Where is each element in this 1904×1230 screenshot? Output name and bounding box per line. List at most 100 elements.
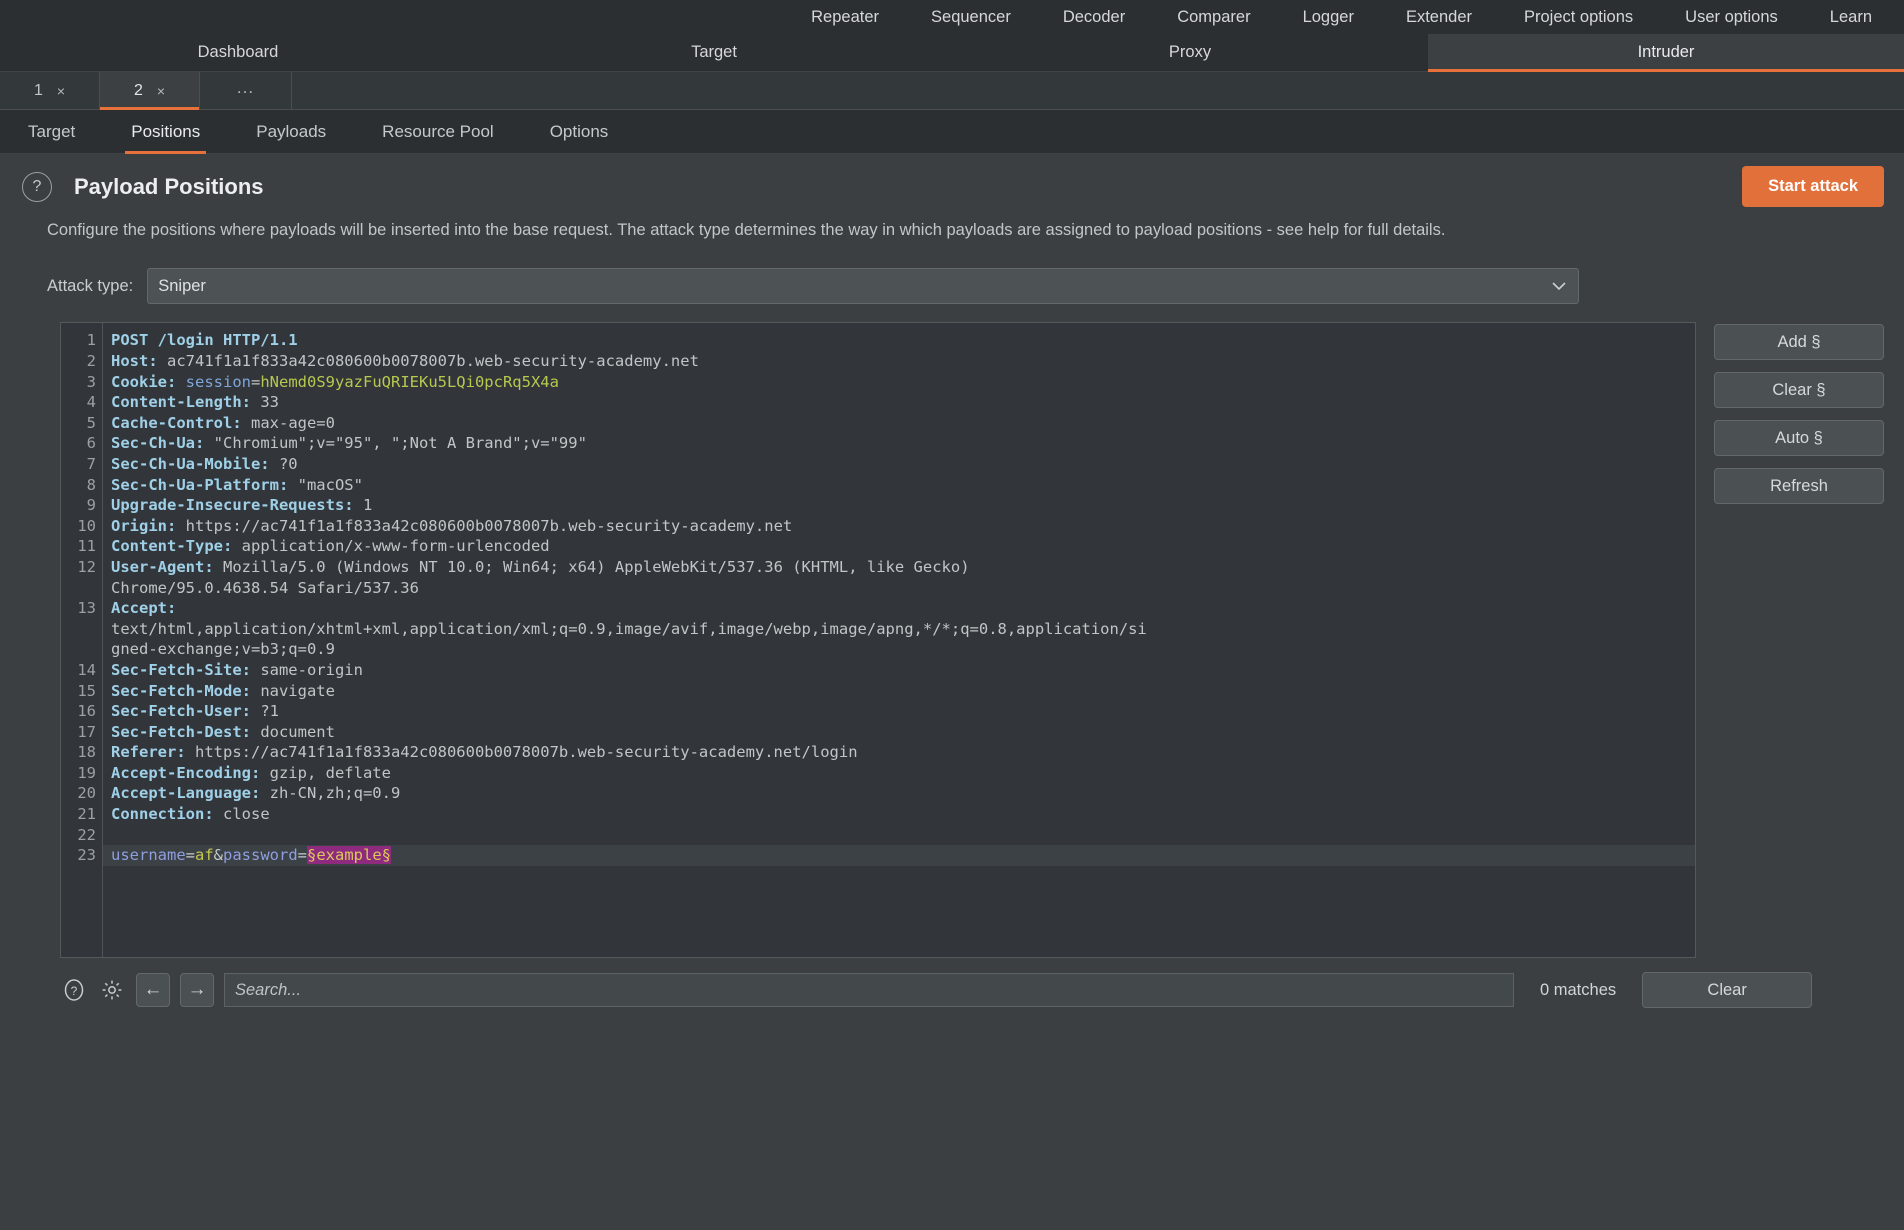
line-number: 7 xyxy=(61,454,102,475)
search-prev-button[interactable]: ← xyxy=(136,973,170,1007)
top-menu-item-user-options[interactable]: User options xyxy=(1659,0,1804,34)
code-token: navigate xyxy=(251,682,335,700)
top-menu-item-learn[interactable]: Learn xyxy=(1804,0,1898,34)
line-number: 10 xyxy=(61,516,102,537)
help-icon[interactable]: ? xyxy=(22,172,52,202)
code-line[interactable] xyxy=(111,825,1695,846)
line-number xyxy=(61,639,102,660)
code-token: max-age=0 xyxy=(242,414,335,432)
code-token: af xyxy=(195,846,214,864)
top-menu-item-logger[interactable]: Logger xyxy=(1277,0,1380,34)
line-number: 2 xyxy=(61,351,102,372)
request-editor[interactable]: 1234567891011121314151617181920212223 PO… xyxy=(60,322,1696,958)
code-line[interactable]: text/html,application/xhtml+xml,applicat… xyxy=(111,619,1695,640)
intruder-sub-tab-bar: TargetPositionsPayloadsResource PoolOpti… xyxy=(0,110,1904,154)
code-line[interactable]: Host: ac741f1a1f833a42c080600b0078007b.w… xyxy=(111,351,1695,372)
attack-type-select[interactable]: Sniper xyxy=(147,268,1579,304)
code-token: Mozilla/5.0 (Windows NT 10.0; Win64; x64… xyxy=(214,558,970,576)
attack-type-label: Attack type: xyxy=(47,277,133,296)
main-tab-label: Proxy xyxy=(1169,43,1211,62)
top-menu-item-decoder[interactable]: Decoder xyxy=(1037,0,1151,34)
clear-search-button[interactable]: Clear xyxy=(1642,972,1812,1008)
search-help-icon[interactable]: ? xyxy=(60,976,88,1004)
code-token: username xyxy=(111,846,186,864)
code-line[interactable]: Chrome/95.0.4638.54 Safari/537.36 xyxy=(111,578,1695,599)
search-next-button[interactable]: → xyxy=(180,973,214,1007)
code-token: Sec-Fetch-Mode: xyxy=(111,682,251,700)
top-menu-item-sequencer[interactable]: Sequencer xyxy=(905,0,1037,34)
code-line[interactable]: Sec-Ch-Ua-Platform: "macOS" xyxy=(111,475,1695,496)
attack-tab-label: 1 xyxy=(34,82,43,100)
main-tab-intruder[interactable]: Intruder xyxy=(1428,34,1904,71)
marker-button-clear[interactable]: Clear § xyxy=(1714,372,1884,408)
top-menu-item-repeater[interactable]: Repeater xyxy=(785,0,905,34)
sub-tab-payloads[interactable]: Payloads xyxy=(228,110,354,153)
start-attack-button[interactable]: Start attack xyxy=(1742,166,1884,207)
code-token: close xyxy=(214,805,270,823)
code-line[interactable]: Sec-Fetch-Site: same-origin xyxy=(111,660,1695,681)
code-token: https://ac741f1a1f833a42c080600b0078007b… xyxy=(186,743,858,761)
search-matches-count: 0 matches xyxy=(1524,981,1632,1000)
code-line[interactable]: Cache-Control: max-age=0 xyxy=(111,413,1695,434)
code-line[interactable]: Accept: xyxy=(111,598,1695,619)
code-token: Sec-Fetch-User: xyxy=(111,702,251,720)
line-number: 9 xyxy=(61,495,102,516)
marker-button-add[interactable]: Add § xyxy=(1714,324,1884,360)
sub-tab-target[interactable]: Target xyxy=(0,110,103,153)
main-tab-proxy[interactable]: Proxy xyxy=(952,34,1428,71)
line-number: 12 xyxy=(61,557,102,578)
code-line[interactable]: Sec-Ch-Ua-Mobile: ?0 xyxy=(111,454,1695,475)
code-line[interactable]: POST /login HTTP/1.1 xyxy=(111,330,1695,351)
code-token: Sec-Ch-Ua-Mobile: xyxy=(111,455,270,473)
line-number: 22 xyxy=(61,825,102,846)
main-tab-dashboard[interactable]: Dashboard xyxy=(0,34,476,71)
code-line[interactable]: Connection: close xyxy=(111,804,1695,825)
code-token: Host: xyxy=(111,352,158,370)
code-line[interactable]: Upgrade-Insecure-Requests: 1 xyxy=(111,495,1695,516)
request-code[interactable]: POST /login HTTP/1.1Host: ac741f1a1f833a… xyxy=(103,323,1695,957)
attack-tab-2[interactable]: 2× xyxy=(100,72,200,109)
code-line[interactable]: Accept-Language: zh-CN,zh;q=0.9 xyxy=(111,783,1695,804)
code-line[interactable]: Content-Type: application/x-www-form-url… xyxy=(111,536,1695,557)
code-token: gned-exchange;v=b3;q=0.9 xyxy=(111,640,335,658)
close-icon[interactable]: × xyxy=(157,83,165,99)
code-token: document xyxy=(251,723,335,741)
attack-tab-more-button[interactable]: ... xyxy=(200,72,292,109)
line-number-gutter: 1234567891011121314151617181920212223 xyxy=(61,323,103,957)
top-menu-item-project-options[interactable]: Project options xyxy=(1498,0,1659,34)
code-token: zh-CN,zh;q=0.9 xyxy=(260,784,400,802)
line-number: 4 xyxy=(61,392,102,413)
search-input[interactable] xyxy=(224,973,1514,1007)
code-token: password xyxy=(223,846,298,864)
gear-icon[interactable] xyxy=(98,976,126,1004)
sub-tab-positions[interactable]: Positions xyxy=(103,110,228,153)
code-line[interactable]: gned-exchange;v=b3;q=0.9 xyxy=(111,639,1695,660)
sub-tab-options[interactable]: Options xyxy=(522,110,637,153)
code-line[interactable]: Accept-Encoding: gzip, deflate xyxy=(111,763,1695,784)
sub-tab-resource-pool[interactable]: Resource Pool xyxy=(354,110,522,153)
code-line[interactable]: Sec-Fetch-User: ?1 xyxy=(111,701,1695,722)
code-line[interactable]: Origin: https://ac741f1a1f833a42c080600b… xyxy=(111,516,1695,537)
code-token: "Chromium";v="95", ";Not A Brand";v="99" xyxy=(204,434,587,452)
top-menu-item-comparer[interactable]: Comparer xyxy=(1151,0,1276,34)
code-token: Sec-Ch-Ua-Platform: xyxy=(111,476,288,494)
code-token: "macOS" xyxy=(288,476,363,494)
code-line[interactable]: Referer: https://ac741f1a1f833a42c080600… xyxy=(111,742,1695,763)
line-number: 18 xyxy=(61,742,102,763)
main-tab-target[interactable]: Target xyxy=(476,34,952,71)
main-tab-bar: Dashboard Target Proxy Intruder xyxy=(0,34,1904,72)
line-number: 8 xyxy=(61,475,102,496)
main-tab-label: Target xyxy=(691,43,737,62)
attack-tab-1[interactable]: 1× xyxy=(0,72,100,109)
code-line[interactable]: Sec-Fetch-Mode: navigate xyxy=(111,681,1695,702)
marker-button-auto[interactable]: Auto § xyxy=(1714,420,1884,456)
close-icon[interactable]: × xyxy=(57,83,65,99)
code-line[interactable]: Sec-Ch-Ua: "Chromium";v="95", ";Not A Br… xyxy=(111,433,1695,454)
code-line[interactable]: username=af&password=§example§ xyxy=(103,845,1695,866)
code-line[interactable]: User-Agent: Mozilla/5.0 (Windows NT 10.0… xyxy=(111,557,1695,578)
top-menu-item-extender[interactable]: Extender xyxy=(1380,0,1498,34)
code-line[interactable]: Content-Length: 33 xyxy=(111,392,1695,413)
code-line[interactable]: Sec-Fetch-Dest: document xyxy=(111,722,1695,743)
marker-button-refresh[interactable]: Refresh xyxy=(1714,468,1884,504)
code-line[interactable]: Cookie: session=hNemd0S9yazFuQRIEKu5LQi0… xyxy=(111,372,1695,393)
